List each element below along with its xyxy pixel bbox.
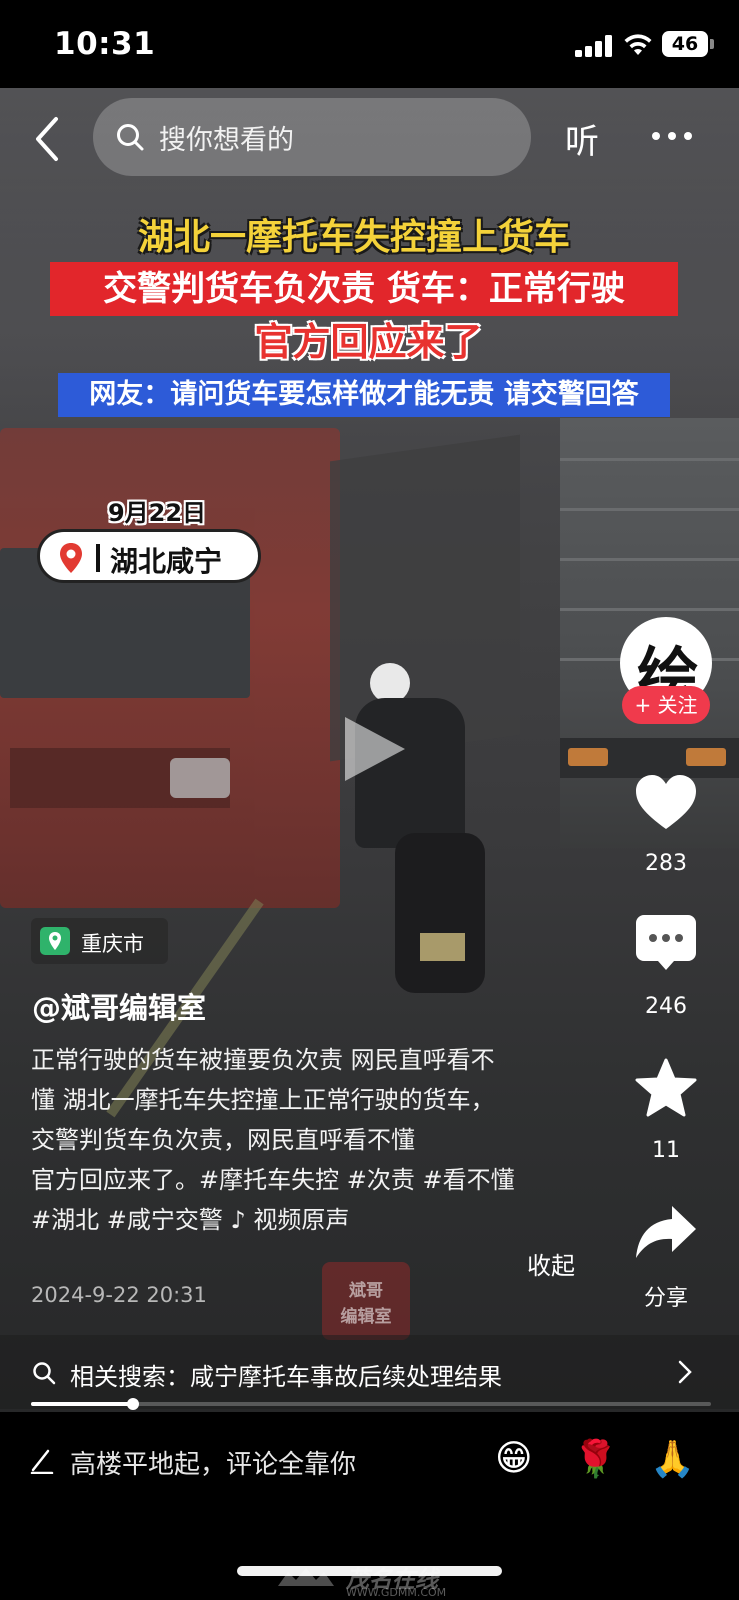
search-input[interactable]: 搜你想看的 [93, 98, 531, 176]
watermark-line-1: 斌哥 [349, 1281, 383, 1301]
cellular-signal-icon [575, 35, 613, 57]
comment-bar: 高楼平地起，评论全靠你 😁 🌹 🙏 茂名在线 WWW.GDMM.COM [0, 1412, 739, 1600]
search-icon [33, 1362, 56, 1385]
status-time: 10:31 [54, 26, 156, 62]
collapse-button[interactable]: 收起 [527, 1246, 575, 1281]
video-progress-bar[interactable] [31, 1398, 711, 1410]
overlay-date: 9月22日 [107, 499, 207, 527]
description-line: #湖北 #咸宁交警 ♪ 视频原声 [31, 1206, 350, 1234]
rose-emoji-button[interactable]: 🌹 [573, 1438, 618, 1480]
back-arrow-icon[interactable] [30, 115, 64, 163]
play-icon[interactable] [339, 713, 409, 785]
channel-watermark: 斌哥 编辑室 [322, 1262, 410, 1340]
more-options-icon[interactable] [650, 130, 694, 142]
comment-input[interactable]: 高楼平地起，评论全靠你 [70, 1444, 356, 1481]
location-tag-icon [40, 927, 70, 955]
comment-bubble-icon[interactable] [634, 913, 698, 973]
chevron-right-icon [678, 1360, 692, 1384]
site-watermark: 茂名在线 WWW.GDMM.COM [276, 1560, 466, 1600]
overlay-location-pill: 湖北咸宁 [37, 529, 261, 583]
related-search-text: 相关搜索：咸宁摩托车事故后续处理结果 [70, 1363, 502, 1391]
site-logo-icon [278, 1568, 334, 1586]
post-timestamp: 2024-9-22 20:31 [31, 1283, 207, 1307]
overlay-location-text: 湖北咸宁 [110, 545, 223, 578]
like-count: 283 [645, 851, 687, 876]
site-watermark-url: WWW.GDMM.COM [346, 1586, 447, 1599]
search-icon [117, 124, 144, 151]
search-placeholder: 搜你想看的 [159, 125, 294, 156]
share-label[interactable]: 分享 [606, 1280, 726, 1312]
progress-fill [31, 1402, 133, 1406]
follow-button[interactable]: + 关注 [622, 686, 710, 724]
map-pin-icon [60, 543, 82, 573]
progress-knob[interactable] [127, 1398, 139, 1410]
headline-line-3: 官方回应来了 [254, 320, 483, 364]
comment-count: 246 [645, 994, 687, 1019]
description-line: 官方回应来了。#摩托车失控 #次责 #看不懂 [31, 1166, 515, 1194]
headline-line-2: 交警判货车负次责 货车：正常行驶 [50, 262, 678, 316]
pen-icon [30, 1449, 54, 1474]
watermark-line-2: 编辑室 [340, 1307, 392, 1327]
battery-indicator: 46 [662, 31, 708, 57]
status-bar: 10:31 46 [0, 0, 739, 88]
battery-cap [710, 39, 714, 49]
related-search-bar[interactable]: 相关搜索：咸宁摩托车事故后续处理结果 [0, 1335, 739, 1409]
video-description: 正常行驶的货车被撞要负次责 网民直呼看不 懂 湖北一摩托车失控撞上正常行驶的货车… [31, 1040, 591, 1240]
description-line: 交警判货车负次责，网民直呼看不懂 [31, 1126, 415, 1154]
location-tag-text: 重庆市 [81, 932, 144, 956]
like-heart-icon[interactable] [634, 773, 698, 833]
headline-line-1: 湖北一摩托车失控撞上货车 [137, 217, 570, 258]
description-line: 懂 湖北一摩托车失控撞上正常行驶的货车， [31, 1086, 495, 1114]
location-tag[interactable]: 重庆市 [31, 918, 168, 964]
listen-button[interactable]: 听 [565, 114, 599, 163]
wifi-icon [624, 34, 652, 55]
pill-divider [96, 544, 100, 572]
headline-line-4: 网友：请问货车要怎样做才能无责 请交警回答 [58, 373, 670, 417]
description-line: 正常行驶的货车被撞要负次责 网民直呼看不 [31, 1046, 495, 1074]
favorite-count: 11 [652, 1138, 680, 1163]
author-name[interactable]: @斌哥编辑室 [32, 985, 206, 1027]
favorite-star-icon[interactable] [634, 1058, 698, 1118]
pray-emoji-button[interactable]: 🙏 [650, 1438, 695, 1480]
share-arrow-icon[interactable] [634, 1202, 698, 1262]
grinning-emoji-button[interactable]: 😁 [495, 1438, 533, 1479]
